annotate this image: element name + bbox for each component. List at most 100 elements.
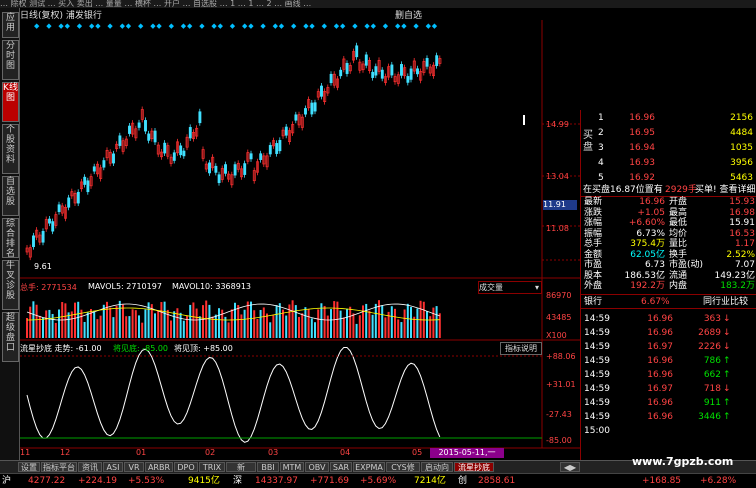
indicator-tab-15[interactable]: 启动向 xyxy=(421,462,453,472)
quote-value: 375.4万 xyxy=(630,239,665,249)
volume-bar xyxy=(234,302,236,338)
tick-row: 14:59 16.96 786 ↑ xyxy=(581,355,756,367)
time-axis-label: 04 xyxy=(340,448,351,457)
indicator-tab-12[interactable]: SAR xyxy=(330,462,352,472)
indicator-tab-4[interactable]: VR xyxy=(124,462,144,472)
indicator-tab-14[interactable]: CYS修改 xyxy=(386,462,420,482)
volume-bar xyxy=(74,302,76,338)
side-tab-5[interactable]: 综合排名 xyxy=(2,218,19,259)
top-menu-bar[interactable]: … 除权 测试 … 买入 卖出 … 量量 … 横杯 … 开户 … 自选股 … 1… xyxy=(0,0,756,8)
side-tab-2[interactable]: K线图 xyxy=(2,82,19,122)
tick-volume: 2226 xyxy=(698,342,721,352)
arrow-up-icon: ↑ xyxy=(723,398,731,408)
industry-pct: 6.67% xyxy=(641,297,670,307)
side-tab-1[interactable]: 分时图 xyxy=(2,40,19,80)
indicator-tab-8[interactable]: 新DMA xyxy=(226,462,256,482)
quote-value: 6.73 xyxy=(644,260,665,270)
indicator-tab-6[interactable]: DPO xyxy=(174,462,198,472)
quote-row: 涨幅 +6.60% 最低 15.91 xyxy=(581,218,756,228)
tab-scroll-arrows[interactable]: ◀▶ xyxy=(560,462,580,472)
quote-value: 186.53亿 xyxy=(624,270,666,281)
signal-diamond-icon: ◆ xyxy=(426,22,432,30)
volume-bar xyxy=(195,308,198,338)
industry-row[interactable]: 银行 6.67% 同行业比较 xyxy=(581,296,756,308)
tick-volume: 662 xyxy=(703,370,721,380)
candle-body xyxy=(76,191,80,204)
indicator-tab-10[interactable]: MTM xyxy=(280,462,304,472)
volume-bar xyxy=(141,322,144,338)
order-volume: 4484 xyxy=(730,128,753,138)
candle-body xyxy=(278,139,282,152)
signal-diamond-icon: ◆ xyxy=(150,22,156,30)
side-tab-0[interactable]: 应用 xyxy=(2,12,19,38)
order-price: 16.93 xyxy=(629,158,655,168)
indicator-tab-13[interactable]: EXPMA xyxy=(353,462,385,472)
kline-chart-area[interactable]: ◆ ◆ ◆ ◆ ◆ ◆ ◆ ◆ ◆ ◆ ◆ ◆ ◆ ◆ ◆ ◆ ◆ ◆ ◆ ◆ ◆ ◆ ◆ ◆ ◆ ◆ ◆ ◆ ◆ ◆ ◆ ◆ ◆ ◆ ◆ ◆ ◆ ◆ ◆ ◆ xyxy=(20,20,580,460)
quote-key: 股本 xyxy=(584,270,603,281)
candle-body xyxy=(102,160,106,168)
order-volume: 2156 xyxy=(730,113,753,123)
tick-time: 14:59 xyxy=(584,384,610,394)
indicator-tab-11[interactable]: OBV xyxy=(305,462,329,472)
volume-bar xyxy=(432,307,435,338)
signal-diamond-icon: ◆ xyxy=(395,22,401,30)
candle-body xyxy=(406,76,410,83)
indicator-tab-5[interactable]: ARBR xyxy=(145,462,173,472)
time-axis-label: 12 xyxy=(60,448,71,457)
tick-volume: 786 xyxy=(703,356,721,366)
candle-body xyxy=(284,126,288,136)
volume-bar xyxy=(58,309,60,338)
indicator-tab-2[interactable]: 资讯 xyxy=(78,462,102,472)
arrow-down-icon: ↓ xyxy=(723,314,731,324)
candle-body xyxy=(214,165,218,173)
volume-axis-label: 86970 xyxy=(546,291,572,300)
volume-indicator-dropdown[interactable]: 成交量 ▾ xyxy=(478,281,542,294)
signal-diamond-icon: ◆ xyxy=(273,22,279,30)
quote-value: 192.2万 xyxy=(630,281,665,291)
volume-bar xyxy=(112,317,115,338)
pending-order-link: 买单! 查看详细 xyxy=(695,185,756,195)
quote-value: +6.60% xyxy=(628,218,665,228)
volume-bar xyxy=(26,318,28,338)
indicator-line xyxy=(26,346,441,443)
volume-bar xyxy=(163,301,166,338)
candle-body xyxy=(371,71,375,78)
volume-bar xyxy=(403,309,406,338)
quote-value: 16.98 xyxy=(729,207,755,218)
time-axis-label: 01 xyxy=(136,448,147,457)
sz-pct: +5.69% xyxy=(360,476,397,486)
indicator-tab-3[interactable]: ASI xyxy=(103,462,123,472)
volume-bar xyxy=(45,310,48,338)
price-axis-label: 13.04 xyxy=(546,172,569,181)
volume-bar xyxy=(179,312,182,338)
indicator-tab-1[interactable]: 指标平台 xyxy=(41,462,77,472)
indicator-explain-button[interactable]: 指标说明 xyxy=(500,342,542,355)
indicator-tab-7[interactable]: TRIX xyxy=(199,462,225,472)
mavol10-label: MAVOL10: 3368913 xyxy=(172,282,251,291)
side-tab-3[interactable]: 个股资料 xyxy=(2,124,19,174)
watermark: www.7gpzb.com xyxy=(632,455,734,468)
quote-key: 最高 xyxy=(669,207,688,218)
indicator-tab-16[interactable]: 流星抄底 xyxy=(454,462,494,472)
volume-bar xyxy=(176,308,179,338)
quote-value: +1.05 xyxy=(637,207,665,218)
side-tab-6[interactable]: 牛叉诊股 xyxy=(2,260,19,310)
candle-body xyxy=(409,68,413,80)
volume-bar xyxy=(67,312,70,338)
quote-row: 外盘 192.2万 内盘 183.2万 xyxy=(581,281,756,291)
volume-bar xyxy=(259,309,262,338)
volume-bar xyxy=(262,307,265,338)
side-tab-4[interactable]: 自选股 xyxy=(2,176,19,216)
volume-bar xyxy=(371,314,374,338)
indicator-tab-9[interactable]: BBI xyxy=(257,462,279,472)
volume-bar xyxy=(298,316,300,338)
candle-body xyxy=(320,85,323,97)
volume-bar xyxy=(189,304,192,338)
indicator-tab-0[interactable]: 设置 xyxy=(18,462,40,472)
candle-body xyxy=(51,221,55,232)
volume-bar xyxy=(214,314,217,338)
volume-bar xyxy=(144,309,147,338)
candle-body xyxy=(294,114,298,121)
side-tab-7[interactable]: 超级盘口 xyxy=(2,312,19,362)
tick-price: 16.96 xyxy=(647,398,673,408)
